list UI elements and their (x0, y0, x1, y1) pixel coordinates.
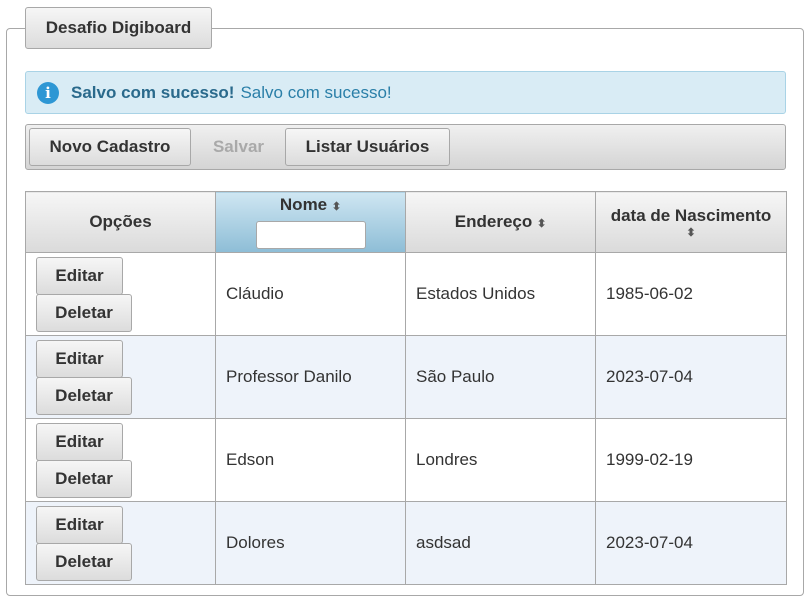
panel-legend[interactable]: Desafio Digiboard (25, 7, 212, 49)
options-cell: Editar Deletar (25, 252, 216, 336)
address-cell: Londres (405, 418, 596, 502)
options-cell: Editar Deletar (25, 501, 216, 585)
list-users-button[interactable]: Listar Usuários (285, 128, 450, 166)
table-row: Editar Deletar Dolores asdsad 2023-07-04 (25, 501, 787, 585)
birth-date-cell: 2023-07-04 (595, 335, 787, 419)
message-detail: Salvo com sucesso! (240, 82, 392, 102)
name-cell: Edson (215, 418, 406, 502)
users-table: Opções Nome ⬍ Endereço ⬍ data de Nascime… (25, 191, 787, 585)
column-header-birth-date[interactable]: data de Nascimento ⬍ (595, 191, 787, 253)
column-header-name[interactable]: Nome ⬍ (215, 191, 406, 253)
options-cell: Editar Deletar (25, 418, 216, 502)
address-cell: asdsad (405, 501, 596, 585)
sort-icon[interactable]: ⬍ (332, 201, 341, 213)
address-cell: São Paulo (405, 335, 596, 419)
edit-button[interactable]: Editar (36, 422, 123, 461)
name-filter-input[interactable] (255, 221, 366, 249)
edit-button[interactable]: Editar (36, 256, 123, 295)
success-message: i Salvo com sucesso! Salvo com sucesso! (25, 71, 786, 114)
delete-button[interactable]: Deletar (36, 459, 132, 498)
sort-icon[interactable]: ⬍ (596, 226, 786, 239)
sort-icon[interactable]: ⬍ (537, 218, 546, 230)
birth-date-cell: 1985-06-02 (595, 252, 787, 336)
table-row: Editar Deletar Edson Londres 1999-02-19 (25, 418, 787, 502)
new-record-button[interactable]: Novo Cadastro (29, 128, 191, 166)
options-cell: Editar Deletar (25, 335, 216, 419)
table-row: Editar Deletar Professor Danilo São Paul… (25, 335, 787, 419)
save-button[interactable]: Salvar (194, 128, 283, 166)
name-cell: Cláudio (215, 252, 406, 336)
table-header-row: Opções Nome ⬍ Endereço ⬍ data de Nascime… (25, 191, 787, 253)
name-cell: Professor Danilo (215, 335, 406, 419)
edit-button[interactable]: Editar (36, 505, 123, 544)
name-cell: Dolores (215, 501, 406, 585)
birth-date-cell: 1999-02-19 (595, 418, 787, 502)
delete-button[interactable]: Deletar (36, 376, 132, 415)
delete-button[interactable]: Deletar (36, 542, 132, 581)
delete-button[interactable]: Deletar (36, 293, 132, 332)
table-row: Editar Deletar Cláudio Estados Unidos 19… (25, 252, 787, 336)
edit-button[interactable]: Editar (36, 339, 123, 378)
column-header-address[interactable]: Endereço ⬍ (405, 191, 596, 253)
address-cell: Estados Unidos (405, 252, 596, 336)
info-icon: i (37, 81, 59, 104)
column-header-options: Opções (25, 191, 216, 253)
message-summary: Salvo com sucesso! (71, 82, 235, 102)
birth-date-cell: 2023-07-04 (595, 501, 787, 585)
toolbar: Novo Cadastro Salvar Listar Usuários (25, 124, 786, 170)
